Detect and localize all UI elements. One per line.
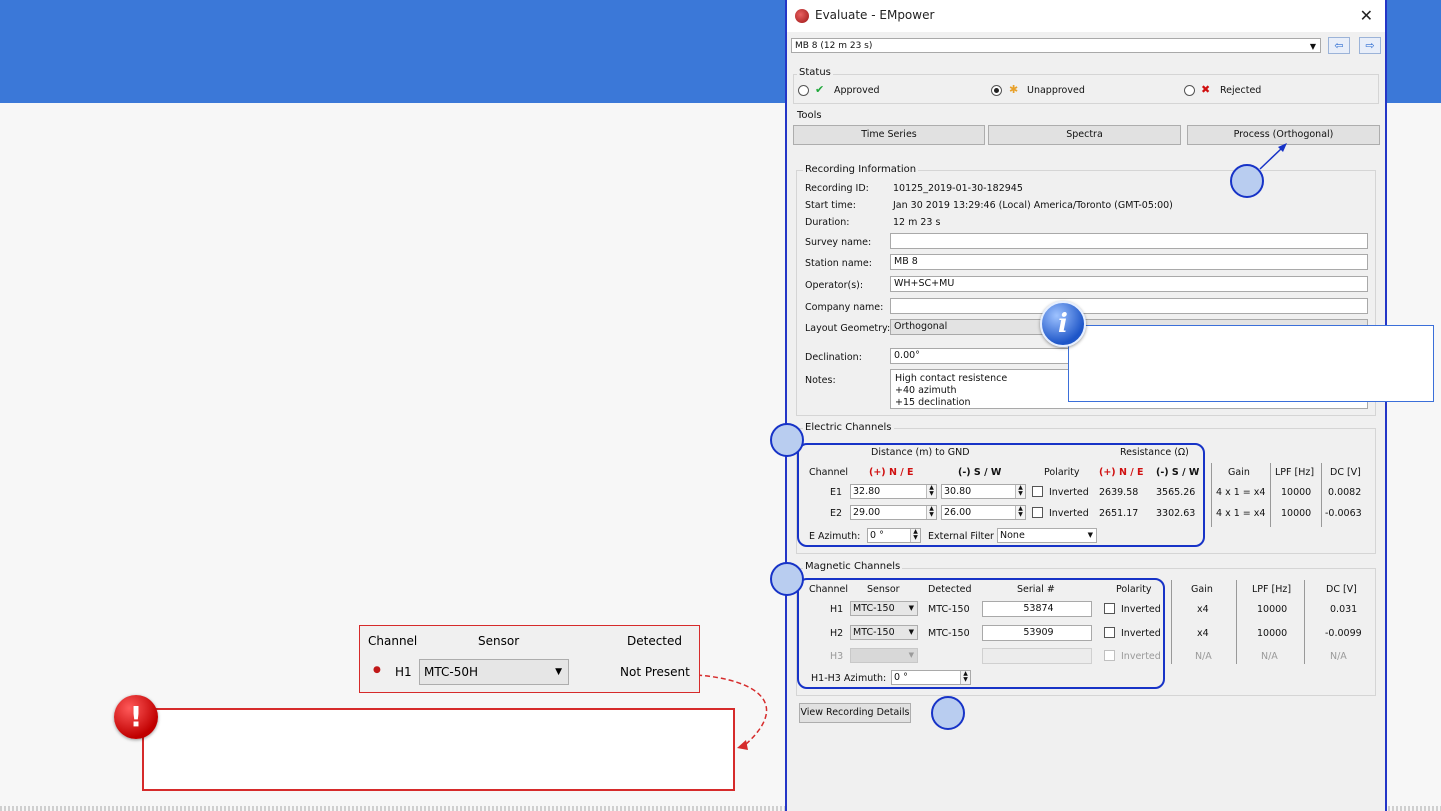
sensor-callout-panel: Channel Sensor Detected ● H1 MTC-50H ▼ No… — [359, 625, 700, 693]
callout-col-sensor: Sensor — [478, 634, 520, 648]
status-dot-icon: ● — [373, 665, 381, 675]
info-icon: i — [1040, 301, 1086, 347]
callout-channel: H1 — [395, 665, 412, 679]
callout-sensor-select[interactable]: MTC-50H ▼ — [419, 659, 569, 685]
alert-callout-box — [142, 708, 735, 791]
callout-col-channel: Channel — [368, 634, 418, 648]
exclamation-icon: ! — [114, 695, 158, 739]
callout-sensor-value: MTC-50H — [424, 665, 478, 679]
chevron-down-icon: ▼ — [555, 667, 562, 677]
info-callout-box — [1068, 325, 1434, 402]
callout-detected: Not Present — [620, 665, 690, 679]
callout-col-detected: Detected — [627, 634, 683, 648]
annotation-arrows — [606, 143, 1287, 750]
